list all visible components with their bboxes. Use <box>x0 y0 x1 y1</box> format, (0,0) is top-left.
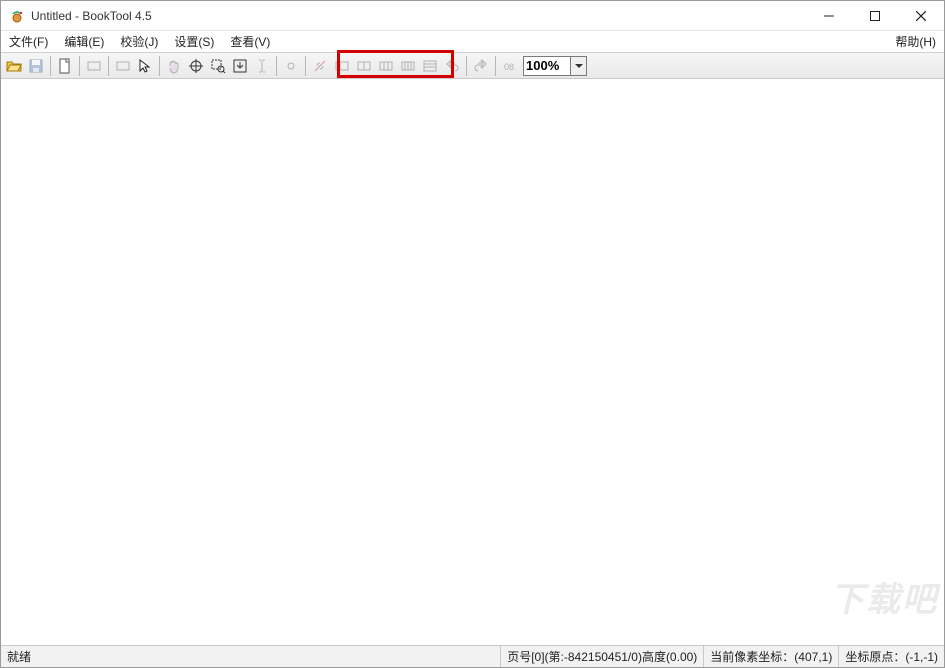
menu-file[interactable]: 文件(F) <box>1 31 56 52</box>
menu-help[interactable]: 帮助(H) <box>887 31 944 52</box>
title-bar: Untitled - BookTool 4.5 <box>1 1 944 31</box>
zoom-dropdown-button[interactable] <box>571 56 587 76</box>
window-title: Untitled - BookTool 4.5 <box>31 9 152 23</box>
maximize-button[interactable] <box>852 1 898 31</box>
menu-bar: 文件(F) 编辑(E) 校验(J) 设置(S) 查看(V) 帮助(H) <box>1 31 944 53</box>
status-ready: 就绪 <box>1 648 37 665</box>
link-tool-2[interactable] <box>309 55 331 77</box>
hand-tool[interactable] <box>163 55 185 77</box>
svg-text:08: 08 <box>504 62 514 72</box>
status-page-info: 页号[0](第:-842150451/0)高度(0.00) <box>500 646 703 667</box>
close-button[interactable] <box>898 1 944 31</box>
workspace[interactable]: 下载吧 <box>1 79 944 645</box>
pointer-tool[interactable] <box>134 55 156 77</box>
menu-settings[interactable]: 设置(S) <box>166 31 222 52</box>
column-layout-4[interactable] <box>397 55 419 77</box>
menu-verify[interactable]: 校验(J) <box>112 31 166 52</box>
zoom-region-tool[interactable] <box>207 55 229 77</box>
zoom-input[interactable] <box>523 56 571 76</box>
rect-tool-2[interactable] <box>112 55 134 77</box>
status-origin: 坐标原点：(-1,-1) <box>838 646 944 667</box>
menu-edit[interactable]: 编辑(E) <box>56 31 112 52</box>
num-button[interactable]: 08 <box>499 55 521 77</box>
app-window: Untitled - BookTool 4.5 文件(F) 编辑(E) 校验(J… <box>0 0 945 668</box>
status-cursor: 当前像素坐标：(407,1) <box>703 646 838 667</box>
column-layout-5[interactable] <box>419 55 441 77</box>
column-layout-2[interactable] <box>353 55 375 77</box>
status-bar: 就绪 页号[0](第:-842150451/0)高度(0.00) 当前像素坐标：… <box>1 645 944 667</box>
undo-button[interactable] <box>441 55 463 77</box>
link-tool-1[interactable] <box>280 55 302 77</box>
save-button[interactable] <box>25 55 47 77</box>
column-layout-1[interactable] <box>331 55 353 77</box>
watermark: 下载吧 <box>830 572 938 621</box>
zoom-combo[interactable] <box>523 56 587 76</box>
rect-tool-1[interactable] <box>83 55 105 77</box>
menu-view[interactable]: 查看(V) <box>222 31 278 52</box>
minimize-button[interactable] <box>806 1 852 31</box>
insert-tool[interactable] <box>229 55 251 77</box>
app-icon <box>9 8 25 24</box>
toolbar: 08 <box>1 53 944 79</box>
column-layout-3[interactable] <box>375 55 397 77</box>
new-page-button[interactable] <box>54 55 76 77</box>
redo-button[interactable] <box>470 55 492 77</box>
open-button[interactable] <box>3 55 25 77</box>
text-cursor-tool[interactable] <box>251 55 273 77</box>
crosshair-tool[interactable] <box>185 55 207 77</box>
